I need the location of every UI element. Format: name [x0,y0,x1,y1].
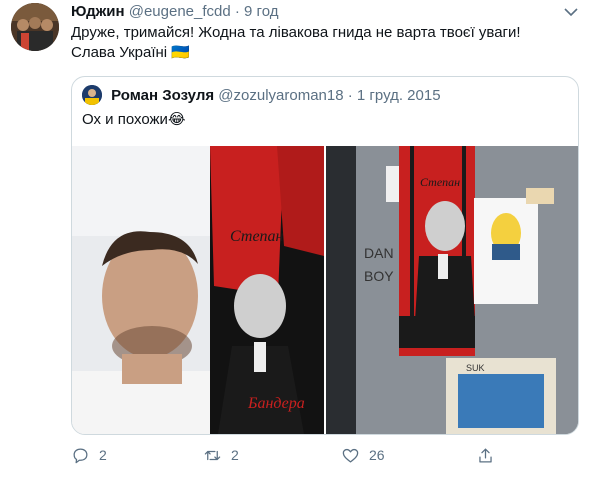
quoted-author-handle: @zozulyaroman18 [218,87,344,104]
like-button[interactable]: 26 [341,443,385,467]
reply-icon [73,448,88,463]
separator: · [234,3,240,20]
tweet-actions: 2 2 26 [71,443,511,467]
more-options-icon[interactable] [561,4,581,20]
share-icon [479,448,492,462]
quoted-avatar [82,85,102,106]
tweet-header: Юджин @eugene_fcdd · 9 год [71,3,278,21]
heart-icon [342,448,359,462]
quoted-media: Степан Бандера Степан DAN BOY SUK [72,146,578,434]
reply-button[interactable]: 2 [71,443,107,467]
quoted-text-content: Ох и похожи [82,111,168,128]
quoted-tweet[interactable]: Роман Зозуля @zozulyaroman18 · 1 груд. 2… [71,76,579,435]
tweet-time[interactable]: 9 год [244,3,278,20]
tweet-text: Друже, тримайся! Жодна та лівакова гнида… [71,23,521,63]
author-handle[interactable]: @eugene_fcdd [129,3,231,20]
quoted-separator: · [347,87,353,104]
quoted-tweet-header: Роман Зозуля @zozulyaroman18 · 1 груд. 2… [82,85,441,106]
quoted-text: Ох и похожи😂 [82,110,185,130]
retweet-count: 2 [231,447,239,463]
author-name[interactable]: Юджин [71,3,125,20]
like-count: 26 [369,447,385,463]
reply-count: 2 [99,447,107,463]
door-text-2: BOY [364,268,394,284]
scarf-text-right: Степан [420,175,460,189]
scarf-text-bottom: Бандера [247,395,305,412]
ukraine-flag-emoji: 🇺🇦 [171,44,190,61]
quoted-date: 1 груд. 2015 [356,87,441,104]
door-text-1: DAN [364,245,394,261]
photo-right[interactable]: Степан DAN BOY SUK [326,146,578,434]
tweet-text-line-1: Друже, тримайся! Жодна та лівакова гнида… [71,24,521,41]
sticker-text: SUK [466,363,485,373]
photo-left[interactable]: Степан Бандера [72,146,324,434]
tweet[interactable]: Юджин @eugene_fcdd · 9 год Друже, тримай… [0,0,593,478]
laughing-emoji: 😂 [167,111,186,128]
tweet-text-line-2: Слава Україні [71,44,168,61]
retweet-button[interactable]: 2 [203,443,239,467]
scarf-text-top: Степан [230,228,284,245]
quoted-author-name: Роман Зозуля [111,87,215,104]
avatar[interactable] [11,3,59,51]
retweet-icon [204,450,221,460]
share-button[interactable] [476,443,495,467]
